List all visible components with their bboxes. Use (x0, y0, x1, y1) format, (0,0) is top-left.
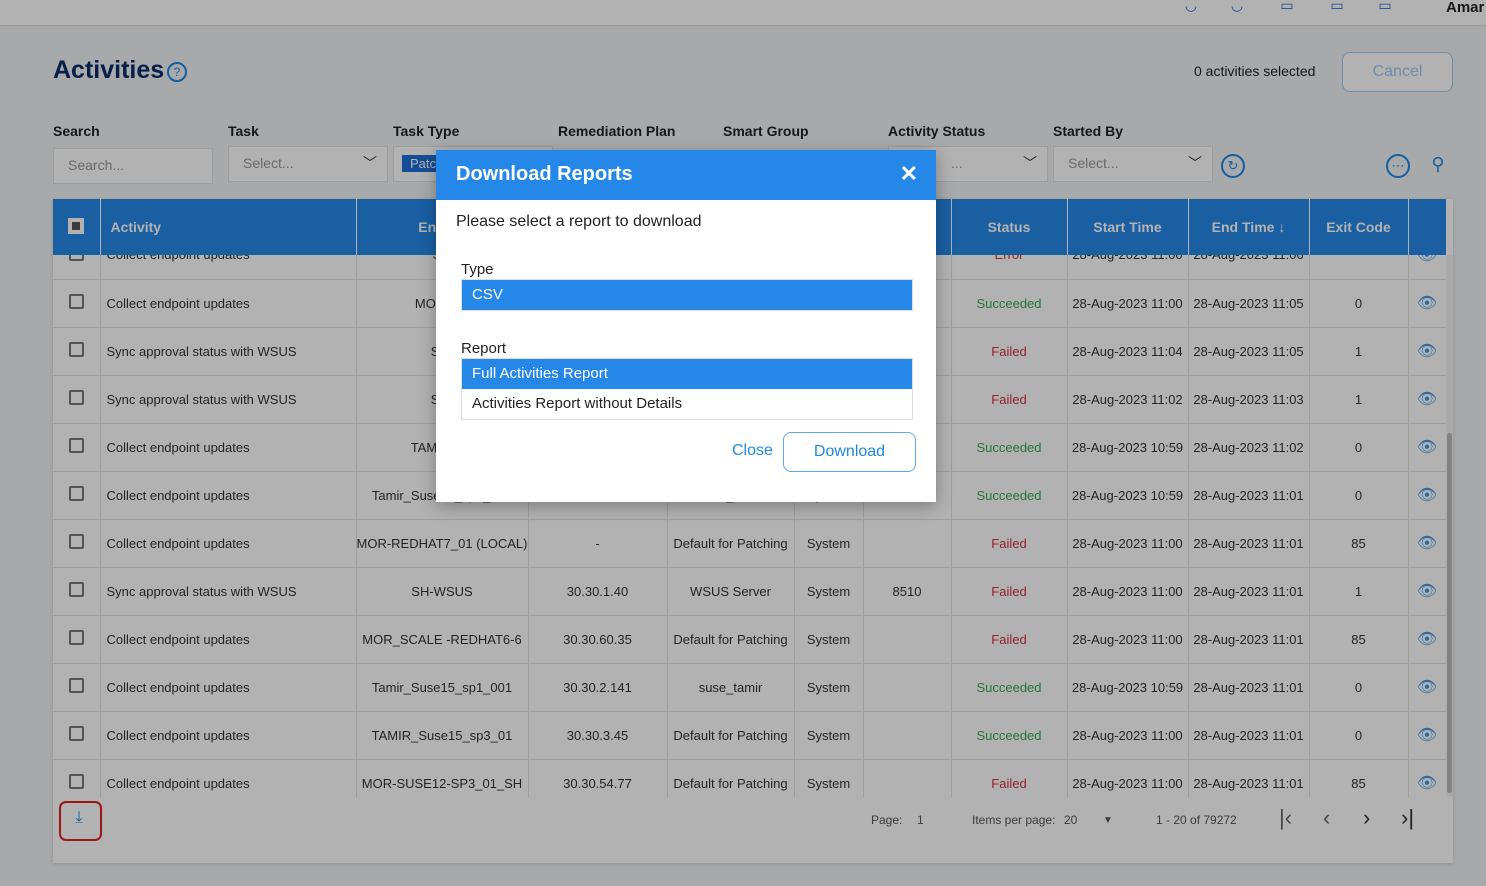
close-button[interactable]: Close (732, 442, 773, 460)
report-option-without-details[interactable]: Activities Report without Details (462, 389, 912, 419)
close-icon[interactable]: ✕ (900, 161, 918, 187)
dialog-header: Download Reports ✕ (436, 150, 936, 200)
type-listbox[interactable]: CSV (461, 279, 913, 311)
report-option-full[interactable]: Full Activities Report (462, 359, 912, 389)
download-reports-dialog: Download Reports ✕ Please select a repor… (436, 150, 936, 502)
dialog-prompt: Please select a report to download (456, 213, 702, 230)
report-listbox[interactable]: Full Activities Report Activities Report… (461, 358, 913, 420)
type-option-csv[interactable]: CSV (462, 280, 912, 310)
download-button[interactable]: Download (783, 432, 916, 472)
report-label: Report (461, 340, 507, 357)
type-label: Type (461, 261, 494, 278)
dialog-title: Download Reports (456, 163, 633, 185)
